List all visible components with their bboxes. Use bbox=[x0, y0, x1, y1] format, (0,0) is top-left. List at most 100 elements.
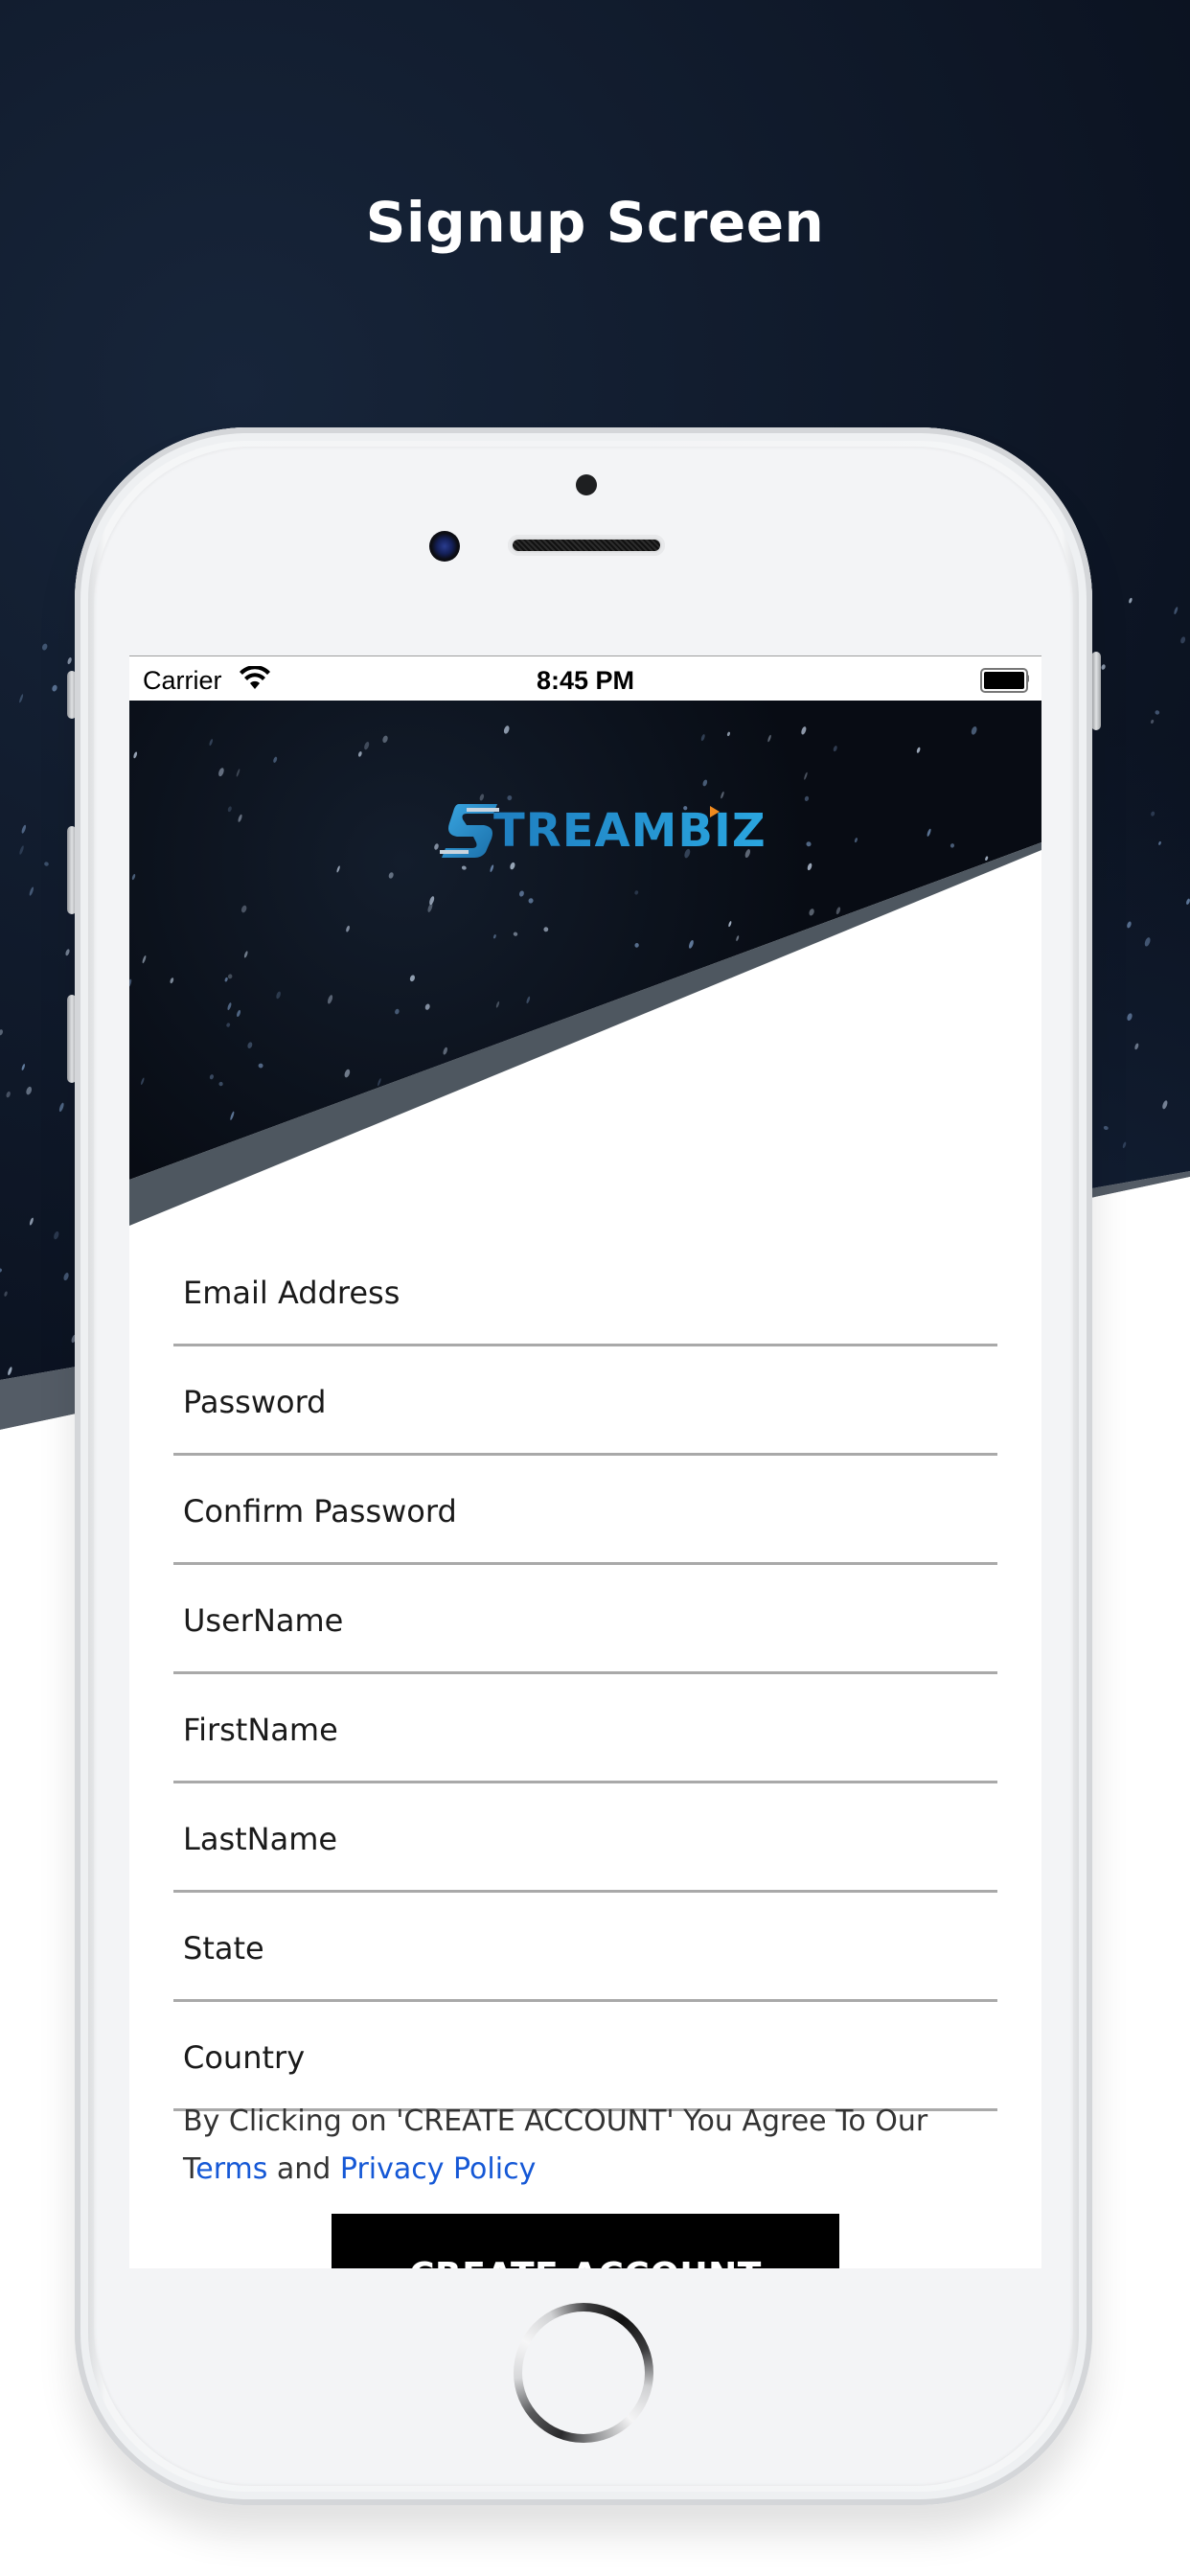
star bbox=[513, 932, 518, 936]
star bbox=[490, 864, 494, 872]
star bbox=[835, 907, 841, 915]
star bbox=[564, 1123, 570, 1129]
star bbox=[382, 1151, 387, 1158]
star bbox=[872, 1038, 878, 1046]
star bbox=[931, 912, 938, 921]
star bbox=[344, 1069, 352, 1078]
lastname-input[interactable] bbox=[183, 1818, 969, 1860]
star bbox=[272, 756, 277, 763]
star bbox=[989, 1136, 995, 1142]
star bbox=[939, 906, 943, 910]
privacy-policy-link[interactable]: Privacy Policy bbox=[340, 2152, 536, 2186]
header-banner: TREAMBIZ bbox=[129, 701, 1041, 1237]
star bbox=[702, 779, 708, 787]
email-field bbox=[173, 1237, 997, 1346]
star bbox=[388, 872, 395, 880]
star bbox=[817, 1112, 824, 1121]
star bbox=[224, 977, 228, 981]
star bbox=[142, 955, 147, 964]
star bbox=[140, 1077, 145, 1085]
star bbox=[246, 1042, 253, 1049]
star bbox=[801, 1184, 805, 1189]
firstname-input[interactable] bbox=[183, 1709, 969, 1751]
firstname-field bbox=[173, 1674, 997, 1783]
signup-form bbox=[173, 1237, 997, 2111]
country-input[interactable] bbox=[183, 2036, 969, 2079]
star bbox=[243, 951, 248, 958]
star bbox=[728, 921, 732, 928]
star bbox=[1036, 1026, 1041, 1032]
star bbox=[582, 1051, 587, 1059]
star bbox=[1029, 1087, 1035, 1095]
state-input[interactable] bbox=[183, 1927, 969, 1969]
star bbox=[966, 925, 972, 932]
star bbox=[822, 1195, 828, 1201]
star bbox=[841, 949, 847, 956]
star bbox=[722, 1025, 728, 1035]
star bbox=[625, 1162, 631, 1172]
star bbox=[218, 1081, 223, 1087]
star bbox=[503, 725, 511, 735]
star bbox=[916, 747, 921, 753]
terms-link[interactable]: erms bbox=[195, 2152, 267, 2186]
password-input[interactable] bbox=[183, 1381, 969, 1423]
logo-wordmark: TREAMBIZ bbox=[493, 804, 767, 858]
star bbox=[643, 1093, 648, 1100]
star bbox=[461, 865, 467, 871]
star bbox=[236, 1009, 241, 1017]
star bbox=[227, 806, 233, 813]
star bbox=[815, 1067, 821, 1076]
star bbox=[336, 865, 341, 873]
star bbox=[381, 735, 388, 744]
star bbox=[767, 734, 772, 742]
battery-body bbox=[980, 668, 1028, 693]
star bbox=[443, 1046, 448, 1055]
star bbox=[1035, 1149, 1040, 1155]
battery-level bbox=[984, 672, 1024, 689]
star bbox=[345, 925, 350, 932]
star bbox=[737, 1201, 743, 1207]
username-input[interactable] bbox=[183, 1599, 969, 1642]
star bbox=[209, 739, 214, 747]
star bbox=[629, 1087, 633, 1095]
star bbox=[500, 1138, 507, 1145]
star bbox=[812, 978, 817, 982]
star bbox=[634, 942, 640, 948]
star bbox=[469, 1191, 474, 1197]
star bbox=[800, 725, 807, 735]
power-button bbox=[1091, 652, 1101, 730]
star bbox=[535, 1200, 539, 1209]
star bbox=[492, 934, 496, 939]
terms-notice: By Clicking on 'CREATE ACCOUNT' You Agre… bbox=[183, 2098, 988, 2194]
star bbox=[890, 969, 894, 975]
star bbox=[170, 978, 174, 984]
status-time: 8:45 PM bbox=[536, 666, 635, 695]
star bbox=[336, 1201, 341, 1207]
battery-icon bbox=[980, 668, 1029, 693]
star bbox=[363, 741, 370, 750]
star bbox=[830, 990, 834, 996]
star bbox=[646, 1017, 652, 1024]
app-screen: Carrier 8:45 PM TREAMBIZ Email Address U… bbox=[129, 656, 1041, 2268]
email-input[interactable] bbox=[183, 1272, 969, 1314]
star bbox=[833, 746, 837, 752]
terms-conjunction: and bbox=[267, 2152, 340, 2186]
star bbox=[688, 939, 695, 949]
star bbox=[971, 725, 978, 735]
star bbox=[838, 1193, 843, 1200]
star bbox=[236, 769, 240, 777]
star bbox=[357, 751, 362, 758]
star bbox=[543, 927, 549, 932]
star bbox=[394, 1008, 400, 1015]
star bbox=[791, 1001, 798, 1009]
star bbox=[934, 1154, 939, 1163]
star bbox=[518, 890, 525, 898]
home-button[interactable] bbox=[514, 2303, 653, 2443]
create-account-button[interactable]: CREATE ACCOUNT bbox=[332, 2214, 839, 2268]
password-field bbox=[173, 1346, 997, 1456]
confirm-password-input[interactable] bbox=[183, 1490, 969, 1532]
star bbox=[528, 897, 535, 904]
star bbox=[258, 1063, 263, 1069]
star bbox=[409, 975, 416, 982]
battery-tip bbox=[1026, 675, 1029, 682]
